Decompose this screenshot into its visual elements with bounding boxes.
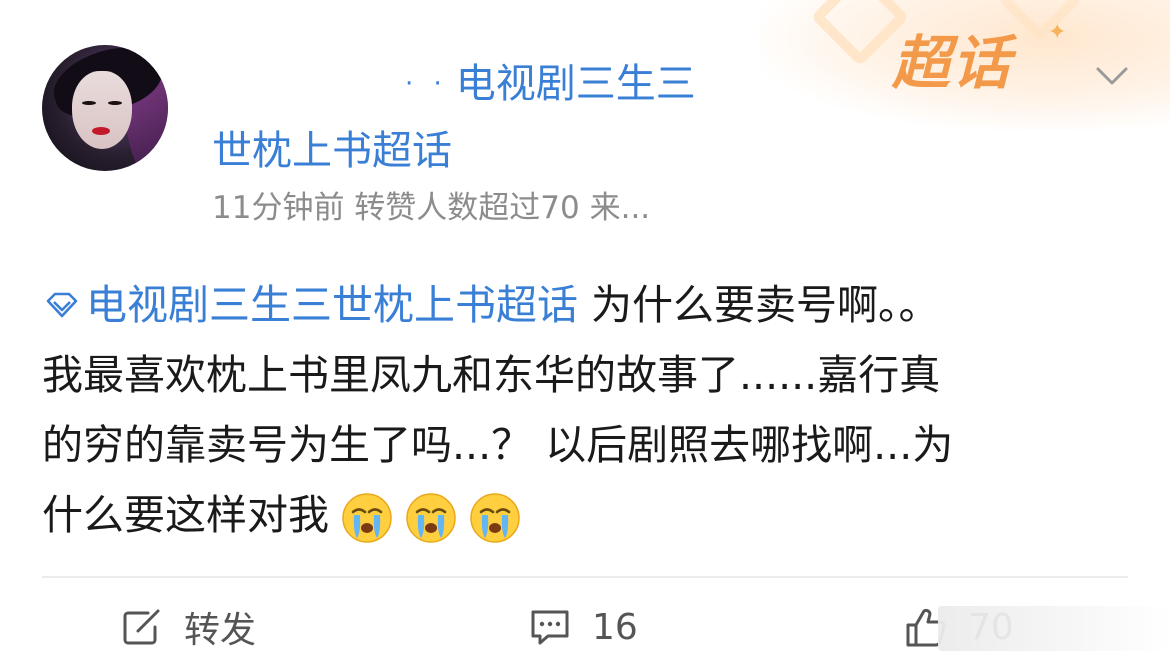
content-line: 的穷的靠卖号为生了吗...？ 以后剧照去哪找啊...为: [42, 410, 1132, 480]
repost-icon: [123, 609, 160, 645]
repost-label: 转发: [184, 610, 257, 651]
emoji-row: [329, 480, 521, 550]
chevron-down-icon[interactable]: [1094, 58, 1130, 94]
content-text: 的穷的靠卖号为生了吗...？ 以后剧照去哪找啊...为: [42, 421, 954, 469]
post-content: 电视剧三生三世枕上书超话 为什么要卖号啊。。 我最喜欢枕上书里凤九和东华的故事了…: [42, 270, 1132, 550]
crying-face-icon: [406, 493, 456, 543]
comment-button[interactable]: 16: [528, 603, 638, 651]
content-text: 我最喜欢枕上书里凤九和东华的故事了......嘉行真: [42, 351, 941, 399]
post-meta: 11分钟前 转赞人数超过70 来...: [212, 190, 651, 226]
content-text: 为什么要卖号啊。。: [578, 281, 940, 329]
content-line: 什么要这样对我: [42, 480, 1132, 550]
topic-link[interactable]: 电视剧三生三世枕上书超话: [42, 270, 578, 340]
sparkle-icon: ✦: [1048, 20, 1067, 45]
crying-face-icon: [470, 493, 520, 543]
comment-icon: [531, 610, 569, 645]
avatar[interactable]: [42, 45, 168, 171]
topic-link-text[interactable]: 电视剧三生三世枕上书超话: [86, 270, 578, 340]
author-name-line2[interactable]: 世枕上书超话: [212, 125, 452, 177]
super-topic-diamond-icon: [46, 292, 78, 318]
redacted-prefix: · ·: [405, 69, 448, 99]
content-line: 我最喜欢枕上书里凤九和东华的故事了......嘉行真: [42, 340, 1132, 410]
content-line: 电视剧三生三世枕上书超话 为什么要卖号啊。。: [42, 270, 1132, 340]
watermark-overlay: [938, 606, 1170, 651]
content-text: 什么要这样对我: [42, 491, 329, 539]
divider: [42, 576, 1128, 578]
author-name[interactable]: · · 电视剧三生三: [405, 58, 696, 110]
super-topic-badge[interactable]: 超话: [892, 28, 1012, 98]
crying-face-icon: [342, 493, 392, 543]
author-name-line1[interactable]: 电视剧三生三: [456, 64, 696, 104]
repost-button[interactable]: 转发: [120, 603, 256, 651]
weibo-post-card: 超话 ✦ · · 电视剧三生三 世枕上书超话 11分钟前 转赞人数超过70 来.…: [0, 0, 1170, 651]
comment-count: 16: [592, 606, 638, 648]
